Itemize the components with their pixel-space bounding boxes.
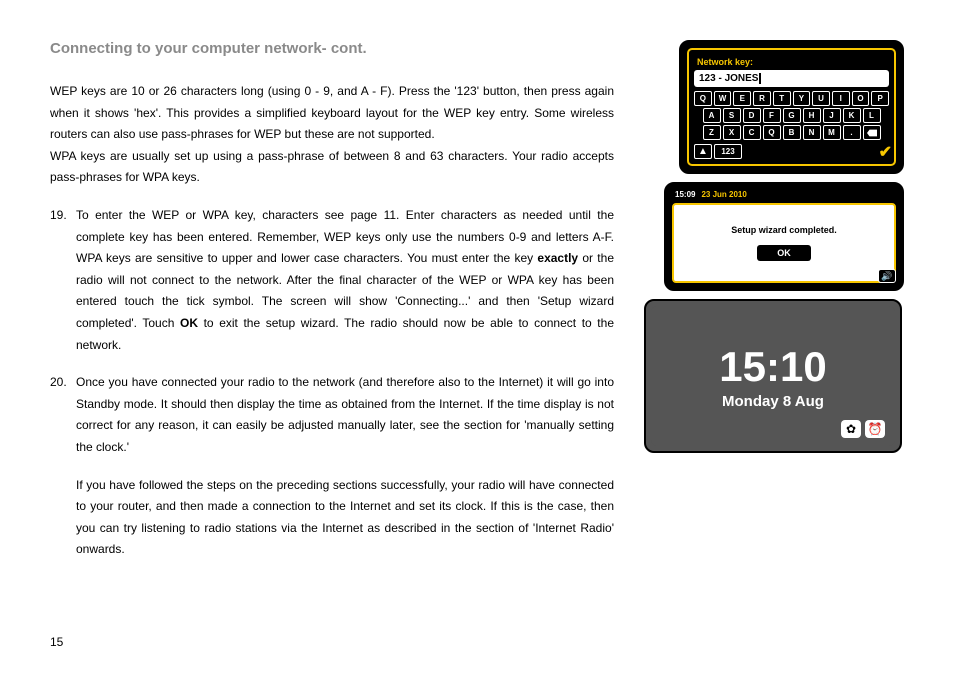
key-mode-123[interactable]: 123	[714, 144, 742, 159]
key-s[interactable]: S	[723, 108, 741, 123]
status-bar-time: 15:09	[675, 190, 695, 199]
key-w[interactable]: W	[714, 91, 732, 106]
paragraph-2: WPA keys are usually set up using a pass…	[50, 149, 614, 185]
device-keyboard-screen: Network key: 123 - JONES Q W E R T Y U I…	[679, 40, 904, 174]
clock-time: 15:10	[719, 343, 826, 391]
key-m[interactable]: M	[823, 125, 841, 140]
key-a[interactable]: A	[703, 108, 721, 123]
paragraph-1: WEP keys are 10 or 26 characters long (u…	[50, 84, 614, 141]
device-standby-clock-screen: 15:10 Monday 8 Aug ✿ ⏰	[644, 299, 902, 453]
key-q[interactable]: Q	[694, 91, 712, 106]
backspace-icon	[867, 129, 877, 137]
page-heading: Connecting to your computer network- con…	[50, 40, 614, 57]
key-z[interactable]: Z	[703, 125, 721, 140]
device-setup-complete-screen: 15:09 23 Jun 2010 Setup wizard completed…	[664, 182, 904, 291]
speaker-icon[interactable]: 🔊	[878, 269, 896, 283]
key-g[interactable]: G	[783, 108, 801, 123]
key-backspace[interactable]	[863, 125, 881, 140]
page-number: 15	[50, 635, 63, 649]
key-d[interactable]: D	[743, 108, 761, 123]
device-screens-column: Network key: 123 - JONES Q W E R T Y U I…	[644, 40, 904, 577]
key-b[interactable]: B	[783, 125, 801, 140]
step-20-text-b: If you have followed the steps on the pr…	[76, 475, 614, 561]
key-p[interactable]: P	[871, 91, 889, 106]
key-k[interactable]: K	[843, 108, 861, 123]
alarm-icon[interactable]: ⏰	[865, 420, 885, 438]
setup-complete-message: Setup wizard completed.	[731, 225, 837, 235]
step-19-bold-ok: OK	[180, 316, 198, 330]
key-e[interactable]: E	[733, 91, 751, 106]
step-20-number: 20.	[50, 372, 70, 577]
key-u[interactable]: U	[812, 91, 830, 106]
key-i[interactable]: I	[832, 91, 850, 106]
step-19-text-a: To enter the WEP or WPA key, characters …	[76, 208, 614, 265]
key-c[interactable]: C	[743, 125, 761, 140]
step-20-text-a: Once you have connected your radio to th…	[76, 372, 614, 458]
keyboard-row-2: A S D F G H J K L	[694, 108, 889, 123]
body-text: WEP keys are 10 or 26 characters long (u…	[50, 81, 614, 577]
step-19-bold-exactly: exactly	[537, 251, 578, 265]
key-n[interactable]: N	[803, 125, 821, 140]
key-l[interactable]: L	[863, 108, 881, 123]
key-shift[interactable]: ▲	[694, 144, 712, 159]
key-q2[interactable]: Q	[763, 125, 781, 140]
status-bar-date: 23 Jun 2010	[701, 190, 746, 199]
key-j[interactable]: J	[823, 108, 841, 123]
step-19-number: 19.	[50, 205, 70, 372]
key-f[interactable]: F	[763, 108, 781, 123]
keyboard-row-3: Z X C Q B N M .	[694, 125, 889, 140]
confirm-tick-icon[interactable]: ✔	[879, 142, 892, 162]
key-t[interactable]: T	[773, 91, 791, 106]
ok-button[interactable]: OK	[757, 245, 811, 261]
network-key-label: Network key:	[697, 57, 889, 67]
network-key-input[interactable]: 123 - JONES	[694, 70, 889, 87]
key-r[interactable]: R	[753, 91, 771, 106]
key-x[interactable]: X	[723, 125, 741, 140]
key-h[interactable]: H	[803, 108, 821, 123]
key-y[interactable]: Y	[793, 91, 811, 106]
keyboard-row-1: Q W E R T Y U I O P	[694, 91, 889, 106]
settings-icon[interactable]: ✿	[841, 420, 861, 438]
clock-date: Monday 8 Aug	[722, 393, 824, 410]
key-o[interactable]: O	[852, 91, 870, 106]
text-cursor	[759, 73, 761, 84]
key-dot[interactable]: .	[843, 125, 861, 140]
network-key-value: 123 - JONES	[699, 73, 758, 84]
